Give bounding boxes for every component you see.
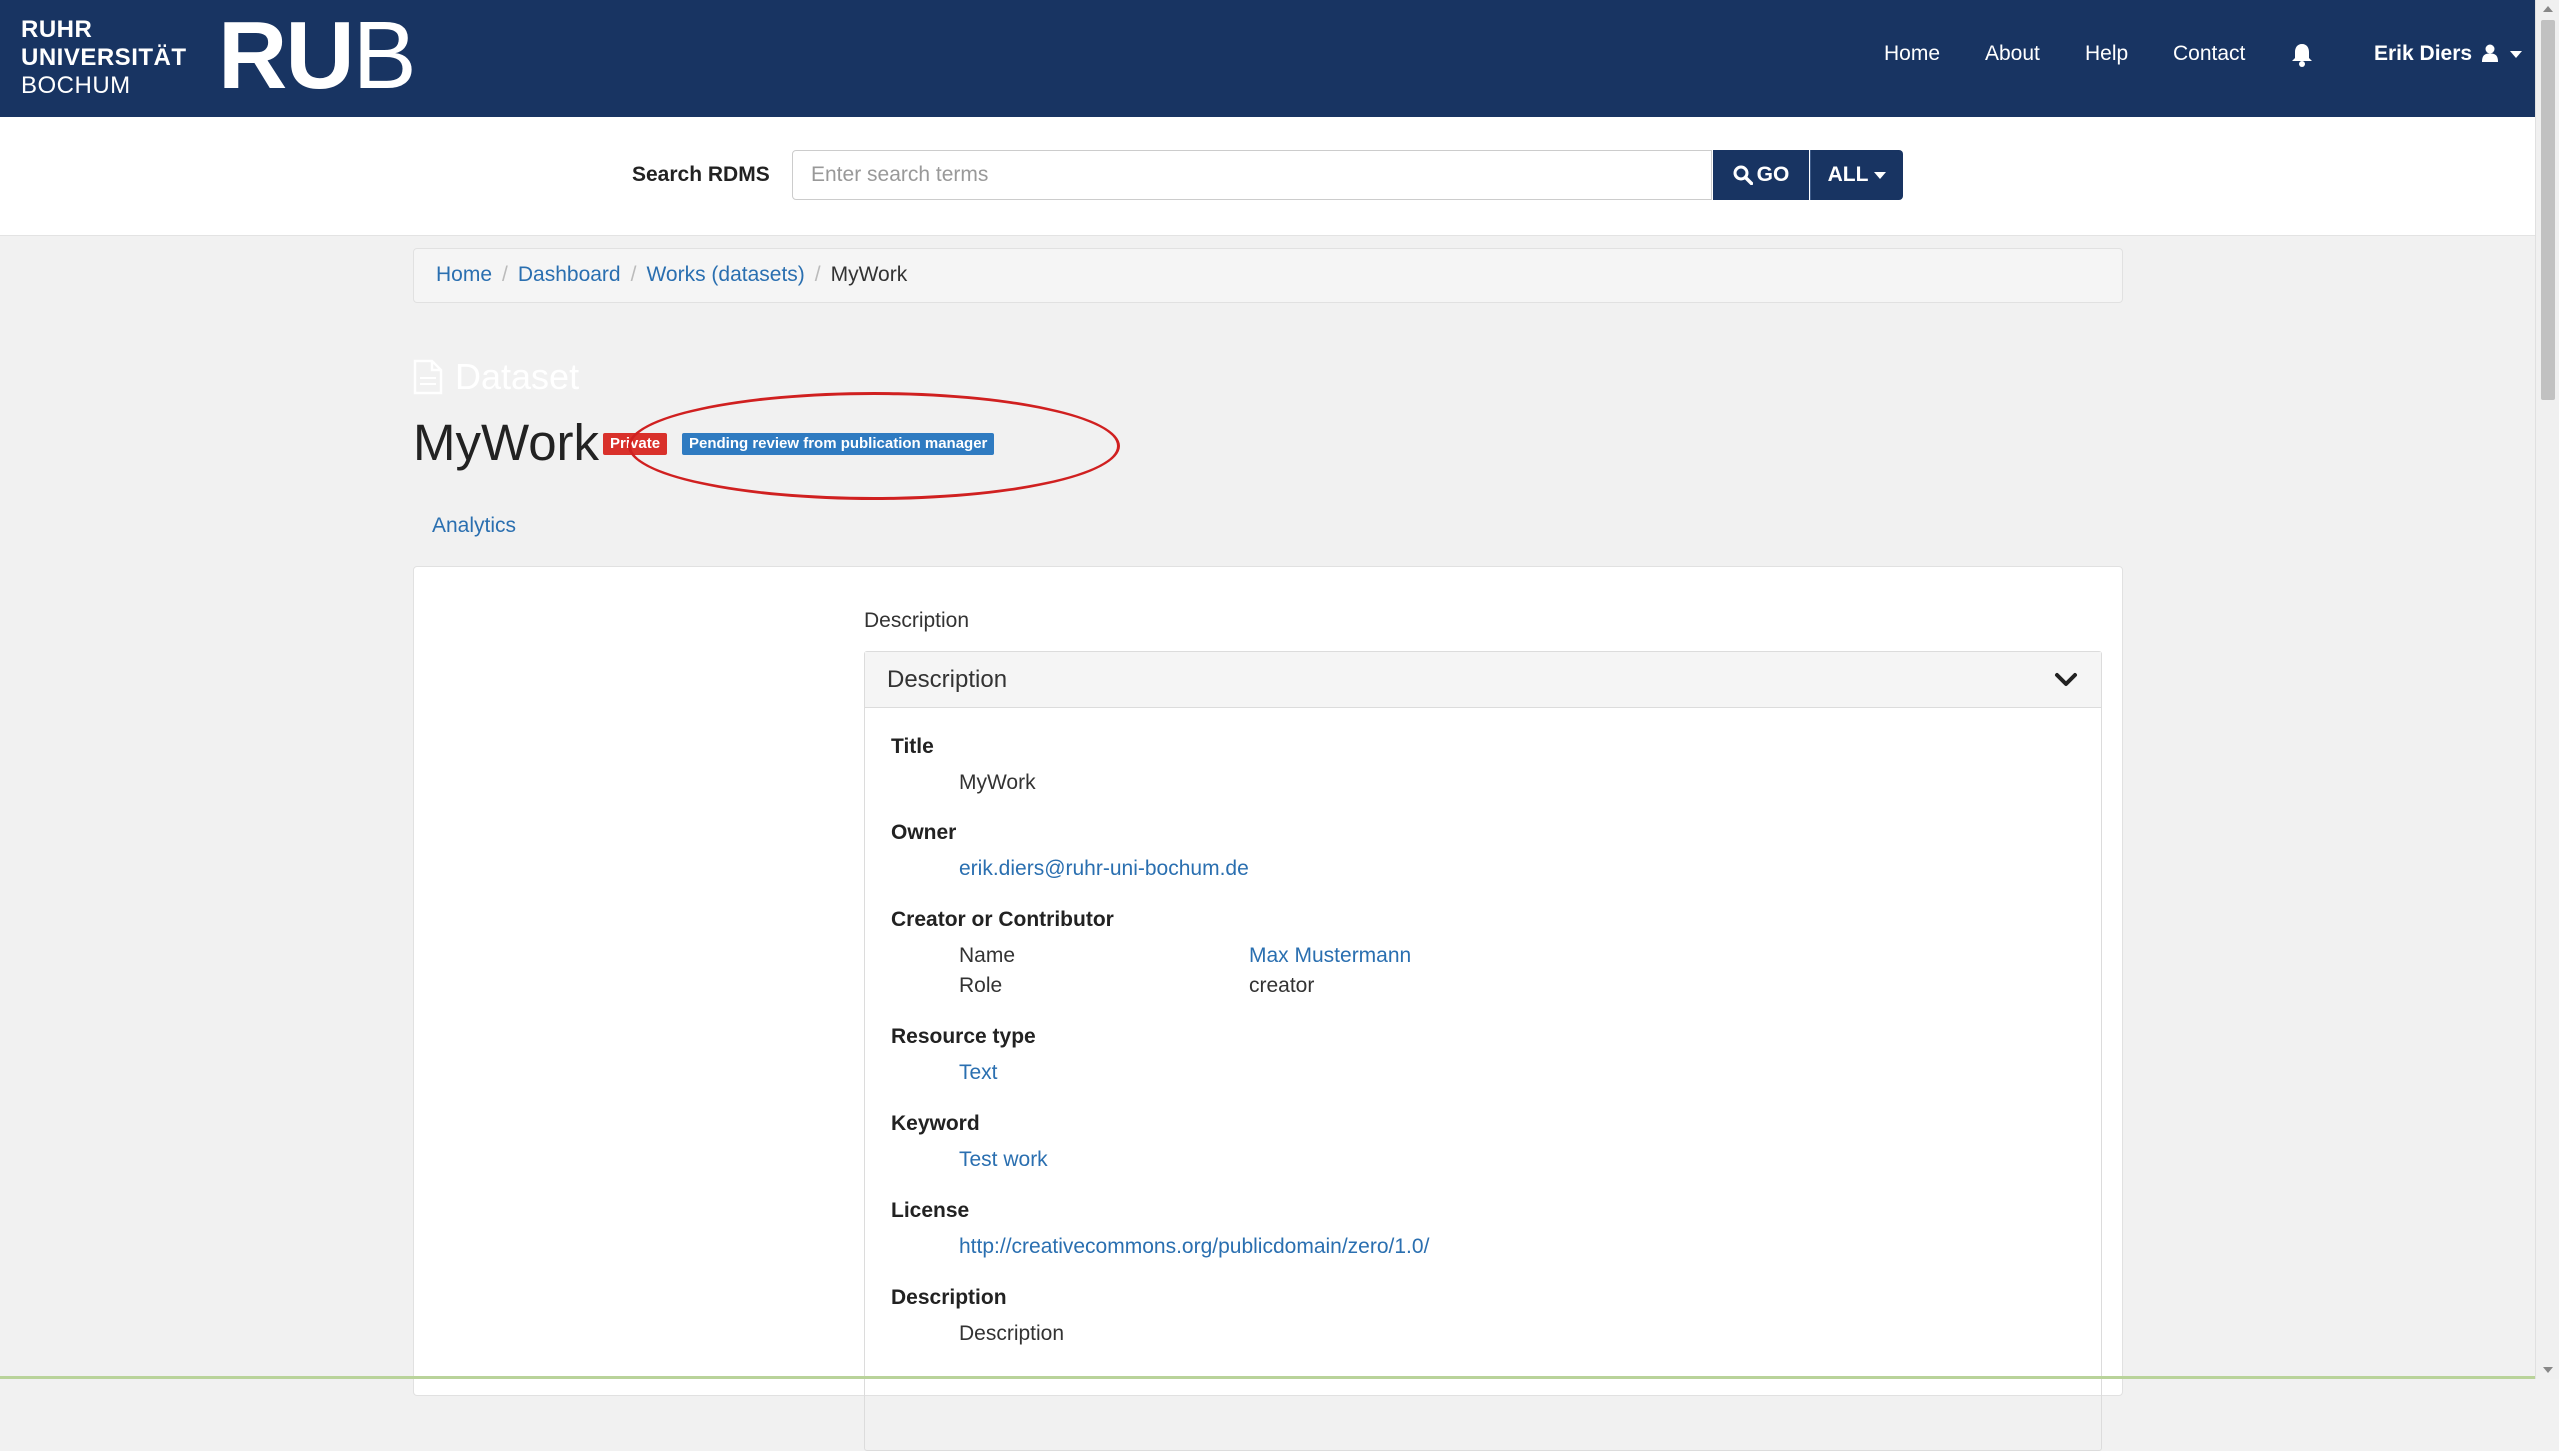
field-description-value: Description <box>959 1322 1065 1345</box>
field-resource-type-value[interactable]: Text <box>959 1061 998 1085</box>
search-label: Search RDMS <box>632 163 770 186</box>
breadcrumb-separator: / <box>814 263 821 286</box>
nav-about-link[interactable]: About <box>1985 42 2040 66</box>
field-owner-label: Owner <box>891 821 957 844</box>
creator-name-value[interactable]: Max Mustermann <box>1249 944 1411 968</box>
scroll-up-arrow-icon[interactable] <box>2543 6 2553 12</box>
field-license-label: License <box>891 1199 970 1222</box>
breadcrumb-separator: / <box>630 263 637 286</box>
section-label: Description <box>864 609 970 632</box>
breadcrumb-home[interactable]: Home <box>436 263 492 286</box>
dataset-type-label: Dataset <box>413 356 579 398</box>
page-scrollbar[interactable] <box>2535 0 2559 1379</box>
chevron-down-icon[interactable] <box>2053 667 2079 693</box>
search-scope-dropdown[interactable]: ALL <box>1810 150 1903 200</box>
bell-icon[interactable] <box>2290 42 2314 68</box>
creator-name-key: Name <box>959 944 1016 967</box>
search-bar: Search RDMS GO ALL <box>0 117 2535 236</box>
search-icon <box>1733 165 1753 185</box>
nav-help-link[interactable]: Help <box>2085 42 2128 66</box>
user-icon <box>2481 44 2498 62</box>
breadcrumb-works[interactable]: Works (datasets) <box>646 263 804 286</box>
user-name: Erik Diers <box>2374 42 2473 65</box>
top-navbar: RUHR UNIVERSITÄT BOCHUM RUB Home About H… <box>0 0 2535 117</box>
caret-down-icon <box>2509 50 2522 58</box>
field-title-label: Title <box>891 735 934 758</box>
creator-role-key: Role <box>959 974 1003 997</box>
page-title: MyWork <box>413 414 600 471</box>
breadcrumb-current: MyWork <box>830 263 908 286</box>
description-accordion: Description Title MyWork Owner erik.dier… <box>864 651 2102 1451</box>
breadcrumb-separator: / <box>502 263 508 286</box>
accordion-title: Description <box>887 666 1008 693</box>
breadcrumb-dashboard[interactable]: Dashboard <box>518 263 621 286</box>
scroll-down-arrow-icon[interactable] <box>2543 1367 2553 1373</box>
search-input[interactable] <box>792 150 1712 200</box>
document-icon <box>413 359 443 395</box>
field-title-value: MyWork <box>959 771 1036 794</box>
work-panel: Description Description Title MyWork Own… <box>413 566 2123 1451</box>
highlight-annotation <box>628 392 1120 500</box>
dataset-kind-text: Dataset <box>455 356 580 397</box>
nav-home-link[interactable]: Home <box>1884 42 1940 66</box>
breadcrumb: Home / Dashboard / Works (datasets) / MyWork <box>413 248 2123 303</box>
field-creator-label: Creator or Contributor <box>891 908 1114 931</box>
go-label: GO <box>1756 163 1790 186</box>
wordmark-line-1: RUHR <box>21 16 93 43</box>
search-go-button[interactable]: GO <box>1713 150 1809 200</box>
scrollbar-thumb[interactable] <box>2541 20 2555 400</box>
description-accordion-header[interactable]: Description <box>865 652 2101 708</box>
scope-label: ALL <box>1827 163 1869 186</box>
user-menu[interactable]: Erik Diers <box>2374 42 2522 66</box>
field-license-value[interactable]: http://creativecommons.org/publicdomain/… <box>959 1235 1429 1259</box>
field-keyword-value[interactable]: Test work <box>959 1148 1048 1172</box>
wordmark-line-3: BOCHUM <box>21 72 131 99</box>
field-keyword-label: Keyword <box>891 1112 980 1135</box>
field-description-label: Description <box>891 1286 1007 1309</box>
creator-role-value: creator <box>1249 974 1315 997</box>
caret-down-icon <box>1874 171 1887 179</box>
nav-contact-link[interactable]: Contact <box>2173 42 2245 66</box>
field-resource-type-label: Resource type <box>891 1025 1036 1048</box>
analytics-link[interactable]: Analytics <box>432 514 516 538</box>
field-owner-value[interactable]: erik.diers@ruhr-uni-bochum.de <box>959 857 1249 881</box>
